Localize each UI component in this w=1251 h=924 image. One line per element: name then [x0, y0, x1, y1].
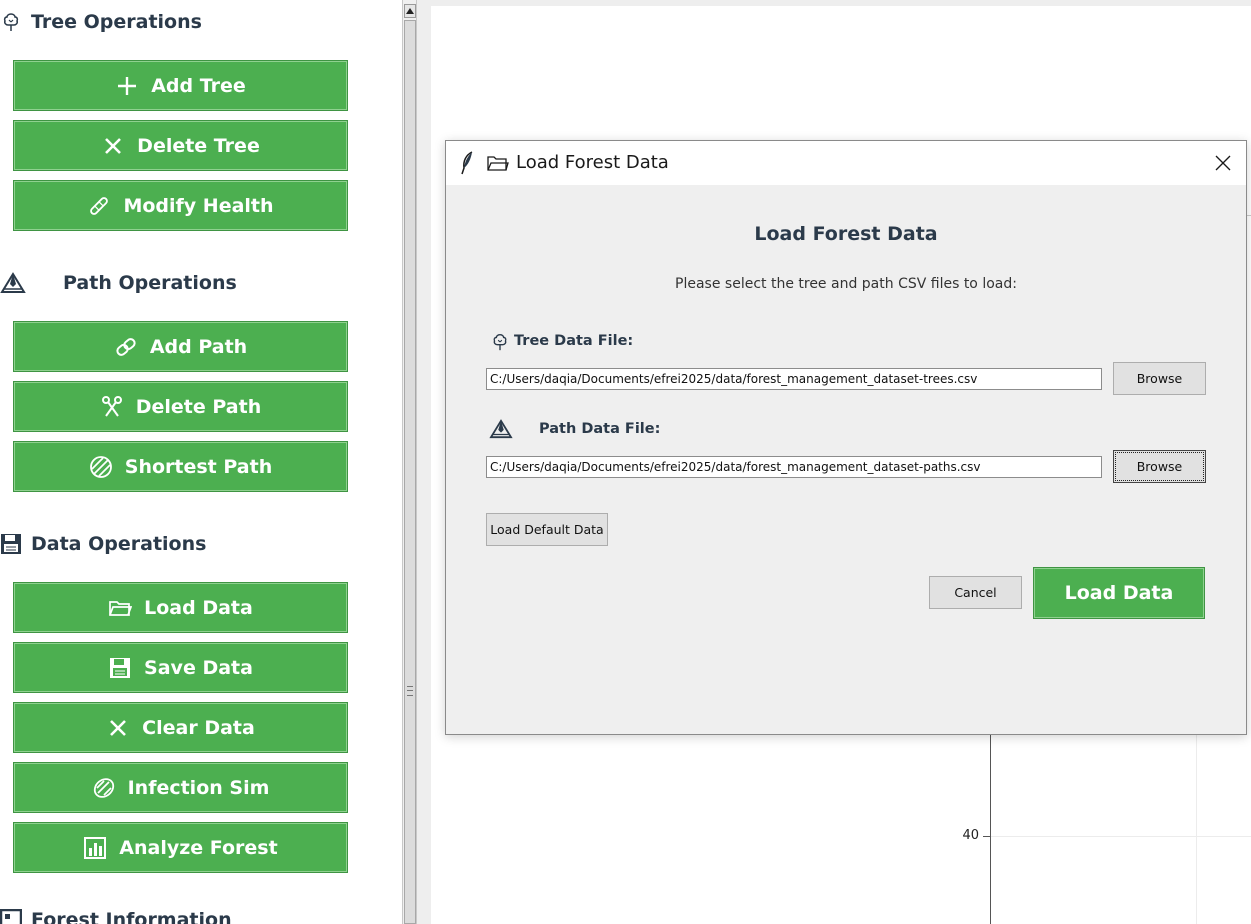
- add-tree-button[interactable]: Add Tree: [13, 60, 348, 111]
- add-tree-label: Add Tree: [151, 74, 246, 97]
- modify-health-label: Modify Health: [123, 194, 274, 217]
- path-browse-button[interactable]: Browse: [1113, 450, 1206, 483]
- bar-chart-icon: [83, 836, 107, 860]
- info-icon: [0, 909, 22, 924]
- analyze-forest-button[interactable]: Analyze Forest: [13, 822, 348, 873]
- path-operations-heading: Path Operations: [0, 272, 237, 294]
- data-operations-title: Data Operations: [31, 533, 207, 555]
- plot-y-tick: [983, 836, 990, 837]
- plot-gridline-horizontal: [991, 836, 1251, 837]
- virus-icon: [92, 776, 116, 800]
- modify-health-button[interactable]: Modify Health: [13, 180, 348, 231]
- dialog-heading: Load Forest Data: [754, 223, 938, 245]
- link-icon: [114, 335, 138, 359]
- infection-sim-button[interactable]: Infection Sim: [13, 762, 348, 813]
- tree-icon: [0, 11, 22, 33]
- add-path-button[interactable]: Add Path: [13, 321, 348, 372]
- dialog-close-button[interactable]: [1200, 141, 1246, 185]
- bandage-icon: [87, 194, 111, 218]
- tree-operations-title: Tree Operations: [31, 11, 202, 33]
- canvas-top-border: [431, 0, 1251, 6]
- load-data-button[interactable]: Load Data: [1033, 567, 1205, 619]
- shortest-path-button[interactable]: Shortest Path: [13, 441, 348, 492]
- panel-gutter: [417, 0, 431, 924]
- shortest-path-label: Shortest Path: [124, 455, 273, 478]
- forest-information-heading: Forest Information: [0, 909, 232, 924]
- path-operations-title: Path Operations: [63, 272, 237, 294]
- plot-gridline-vertical: [1196, 735, 1197, 924]
- dialog-instructions: Please select the tree and path CSV file…: [675, 276, 1017, 292]
- clear-data-label: Clear Data: [142, 716, 255, 739]
- clear-data-button[interactable]: Clear Data: [13, 702, 348, 753]
- infection-sim-label: Infection Sim: [127, 776, 270, 799]
- scroll-up-button[interactable]: [404, 4, 416, 18]
- scroll-thumb[interactable]: [404, 20, 416, 924]
- tree-file-label: Tree Data File:: [514, 333, 634, 349]
- feather-icon: [460, 151, 474, 179]
- close-icon: [106, 716, 130, 740]
- scissors-icon: [100, 395, 124, 419]
- scroll-grip: [407, 686, 413, 696]
- floppy-icon: [0, 533, 22, 555]
- close-icon: [1215, 155, 1231, 171]
- globe-icon: [89, 455, 113, 479]
- load-forest-data-dialog: Load Forest Data Load Forest Data Please…: [445, 140, 1247, 735]
- load-default-data-button[interactable]: Load Default Data: [486, 513, 608, 546]
- close-icon: [101, 134, 125, 158]
- path-file-input[interactable]: [486, 456, 1102, 478]
- sidebar-scrollbar[interactable]: [402, 0, 417, 924]
- load-data-sidebar-label: Load Data: [144, 596, 253, 619]
- tree-operations-heading: Tree Operations: [0, 11, 202, 33]
- tree-icon: [490, 332, 510, 356]
- dialog-titlebar[interactable]: Load Forest Data: [446, 141, 1246, 185]
- save-data-button[interactable]: Save Data: [13, 642, 348, 693]
- plot-y-axis: [990, 735, 991, 924]
- folder-icon: [108, 596, 133, 620]
- path-file-label: Path Data File:: [539, 421, 661, 437]
- sidebar: Tree Operations Add Tree Delete Tree Mod…: [0, 0, 402, 924]
- analyze-forest-label: Analyze Forest: [119, 836, 278, 859]
- save-data-label: Save Data: [144, 656, 253, 679]
- tree-file-input[interactable]: [486, 368, 1102, 390]
- mountain-icon: [0, 272, 26, 294]
- cancel-button[interactable]: Cancel: [929, 576, 1022, 609]
- delete-path-label: Delete Path: [135, 395, 262, 418]
- plot-y-tick-label: 40: [962, 828, 979, 843]
- floppy-icon: [108, 656, 132, 680]
- add-path-label: Add Path: [149, 335, 248, 358]
- delete-tree-button[interactable]: Delete Tree: [13, 120, 348, 171]
- load-data-sidebar-button[interactable]: Load Data: [13, 582, 348, 633]
- data-operations-heading: Data Operations: [0, 533, 206, 555]
- folder-icon: [487, 154, 509, 176]
- delete-tree-label: Delete Tree: [137, 134, 260, 157]
- plus-icon: [115, 74, 139, 98]
- tree-browse-button[interactable]: Browse: [1113, 362, 1206, 395]
- delete-path-button[interactable]: Delete Path: [13, 381, 348, 432]
- chevron-up-icon: [406, 8, 414, 14]
- mountain-icon: [489, 419, 513, 443]
- forest-information-title: Forest Information: [31, 909, 232, 924]
- dialog-title: Load Forest Data: [516, 152, 669, 173]
